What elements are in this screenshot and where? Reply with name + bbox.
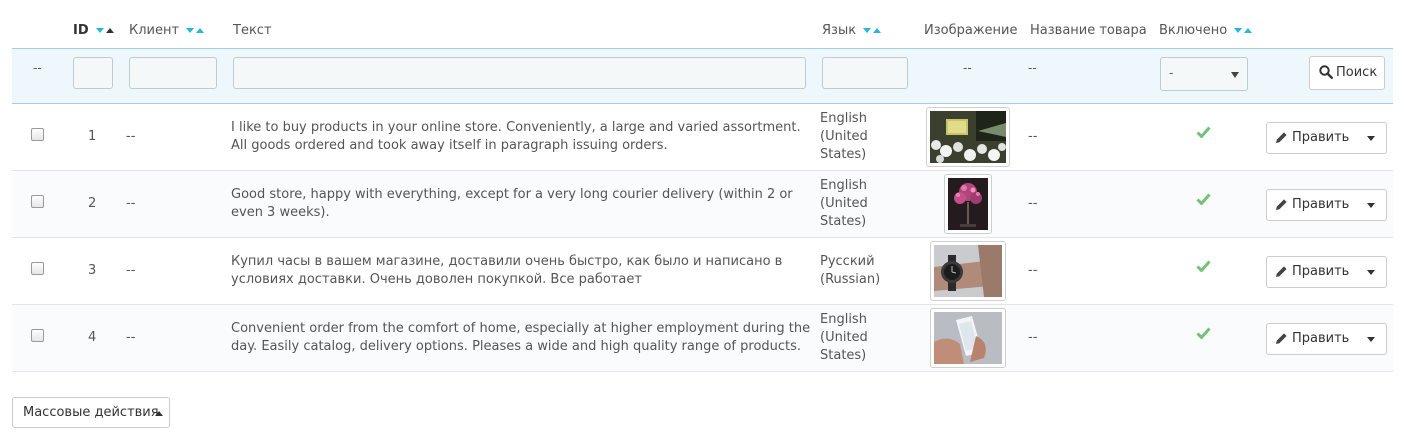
filter-text-input[interactable] [233,57,806,89]
sort-enabled-icons [1234,23,1254,38]
row-client: -- [126,129,136,144]
row-product-name: -- [1028,263,1038,278]
edit-dropdown-toggle[interactable] [1356,123,1386,153]
row-text: I like to buy products in your online st… [231,120,801,153]
filter-id-input[interactable] [73,57,113,89]
row-text: Купил часы в вашем магазине, доставили о… [231,254,783,287]
filter-row: -- -- -- - Поиск [12,49,1393,104]
pencil-icon [1276,132,1287,143]
header-enabled-label: Включено [1159,23,1228,38]
filter-select-dash: -- [33,61,42,75]
filter-enabled-value: - [1169,66,1174,80]
header-id-label: ID [73,23,89,38]
header-client[interactable]: Клиент [129,23,206,38]
edit-button-group: Править [1266,122,1387,154]
edit-button-group: Править [1266,323,1387,355]
edit-button[interactable]: Править [1292,331,1349,346]
header-text: Текст [233,23,272,38]
edit-button[interactable]: Править [1292,264,1349,279]
row-language: English (United States) [820,178,868,229]
sort-desc-icon[interactable] [96,28,105,33]
check-icon[interactable] [1196,126,1211,138]
row-checkbox[interactable] [31,128,44,141]
header-language-label: Язык [822,23,857,38]
filter-language-input[interactable] [822,57,908,89]
row-product-name: -- [1028,330,1038,345]
sort-asc-icon[interactable] [196,28,205,33]
bulk-actions-label: Массовые действия [23,405,159,420]
table-header: ID Клиент Текст Язык Изображение Названи… [12,14,1393,49]
row-product-name: -- [1028,129,1038,144]
row-client: -- [126,330,136,345]
row-client: -- [126,196,136,211]
pencil-icon [1276,199,1287,210]
row-language: English (United States) [820,111,868,162]
sort-id-icons [96,23,116,38]
caret-up-icon [155,411,163,416]
row-image-thumbnail[interactable] [944,174,992,234]
white-flowers-gift-photo [930,111,1006,163]
row-id: 3 [88,263,97,278]
pink-tree-lamp-photo [948,178,988,230]
search-button-label: Поиск [1336,65,1378,80]
header-product-name: Название товара [1030,23,1147,38]
header-id[interactable]: ID [73,23,116,38]
filter-image-dash: -- [963,61,972,75]
row-id: 1 [88,129,97,144]
table-row: 4 -- Convenient order from the comfort o… [12,305,1393,372]
row-client: -- [126,263,136,278]
sort-desc-icon[interactable] [863,28,872,33]
filter-product-dash: -- [1028,61,1037,75]
reviews-table: ID Клиент Текст Язык Изображение Названи… [12,14,1393,372]
sort-desc-icon[interactable] [1234,28,1243,33]
smartphone-in-hand-photo [934,312,1002,364]
row-text: Convenient order from the comfort of hom… [231,321,811,354]
edit-button-group: Править [1266,256,1387,288]
row-id: 2 [88,196,97,211]
edit-button[interactable]: Править [1292,197,1349,212]
edit-dropdown-toggle[interactable] [1356,190,1386,220]
wrist-watch-photo [934,245,1002,297]
row-image-thumbnail[interactable] [930,241,1006,301]
row-image-thumbnail[interactable] [926,107,1010,167]
edit-dropdown-toggle[interactable] [1356,257,1386,287]
filter-client-input[interactable] [129,57,217,89]
row-checkbox[interactable] [31,195,44,208]
row-id: 4 [88,330,97,345]
search-icon [1319,65,1333,79]
caret-down-icon [1231,72,1239,78]
row-language: English (United States) [820,312,868,363]
check-icon[interactable] [1196,260,1211,272]
check-icon[interactable] [1196,327,1211,339]
sort-asc-icon[interactable] [106,28,115,33]
edit-button-group: Править [1266,189,1387,221]
row-product-name: -- [1028,196,1038,211]
search-button[interactable]: Поиск [1309,56,1385,90]
row-checkbox[interactable] [31,329,44,342]
edit-button[interactable]: Править [1292,130,1349,145]
check-icon[interactable] [1196,193,1211,205]
table-row: 2 -- Good store, happy with everything, … [12,171,1393,238]
header-client-label: Клиент [129,23,180,38]
table-row: 3 -- Купил часы в вашем магазине, достав… [12,238,1393,305]
sort-desc-icon[interactable] [186,28,195,33]
header-language[interactable]: Язык [822,23,883,38]
pencil-icon [1276,333,1287,344]
row-language: Русский (Russian) [820,254,881,287]
row-text: Good store, happy with everything, excep… [231,187,793,220]
sort-asc-icon[interactable] [873,28,882,33]
sort-client-icons [186,23,206,38]
row-image-thumbnail[interactable] [930,308,1006,368]
pencil-icon [1276,266,1287,277]
edit-dropdown-toggle[interactable] [1356,324,1386,354]
header-image: Изображение [924,23,1018,38]
filter-enabled-select[interactable]: - [1160,57,1248,91]
sort-language-icons [863,23,883,38]
header-enabled[interactable]: Включено [1159,23,1254,38]
row-checkbox[interactable] [31,262,44,275]
sort-asc-icon[interactable] [1244,28,1253,33]
bulk-actions-button[interactable]: Массовые действия [12,397,170,428]
table-row: 1 -- I like to buy products in your onli… [12,104,1393,171]
